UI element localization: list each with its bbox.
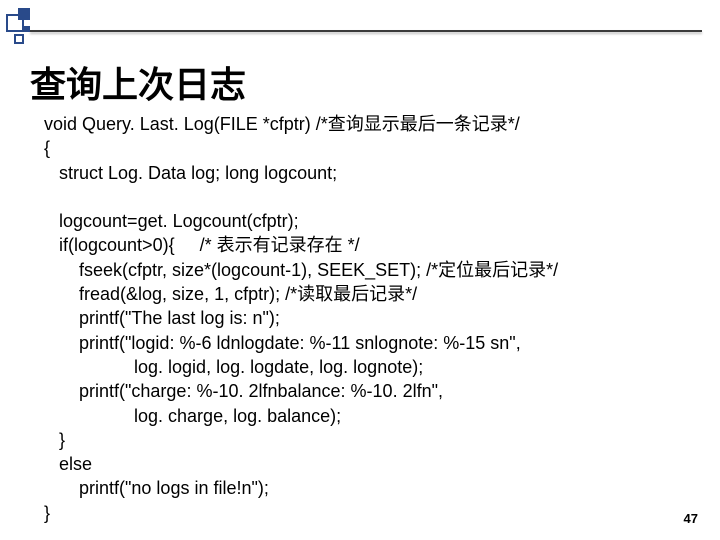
code-line: printf("no logs in file!n"); xyxy=(44,478,269,498)
code-line: else xyxy=(44,454,92,474)
page-number: 47 xyxy=(684,511,698,526)
code-line: } xyxy=(44,503,50,523)
code-line: printf("logid: %-6 ldnlogdate: %-11 snlo… xyxy=(44,333,521,353)
code-line: log. logid, log. logdate, log. lognote); xyxy=(44,357,423,377)
code-line: void Query. Last. Log(FILE *cfptr) /*查询显… xyxy=(44,114,520,134)
code-line: } xyxy=(44,430,65,450)
corner-decoration xyxy=(6,6,66,50)
code-line: log. charge, log. balance); xyxy=(44,406,341,426)
code-line: if(logcount>0){ /* 表示有记录存在 */ xyxy=(44,235,360,255)
code-line: logcount=get. Logcount(cfptr); xyxy=(44,211,299,231)
header-divider xyxy=(30,30,702,32)
code-block: void Query. Last. Log(FILE *cfptr) /*查询显… xyxy=(30,112,696,525)
code-line: { xyxy=(44,138,50,158)
slide-title: 查询上次日志 xyxy=(30,56,696,108)
code-line: fread(&log, size, 1, cfptr); /*读取最后记录*/ xyxy=(44,284,417,304)
slide-content: 查询上次日志 void Query. Last. Log(FILE *cfptr… xyxy=(30,56,696,525)
code-line: fseek(cfptr, size*(logcount-1), SEEK_SET… xyxy=(44,260,558,280)
code-line: struct Log. Data log; long logcount; xyxy=(44,163,337,183)
code-line: printf("The last log is: n"); xyxy=(44,308,280,328)
code-line: printf("charge: %-10. 2lfnbalance: %-10.… xyxy=(44,381,443,401)
